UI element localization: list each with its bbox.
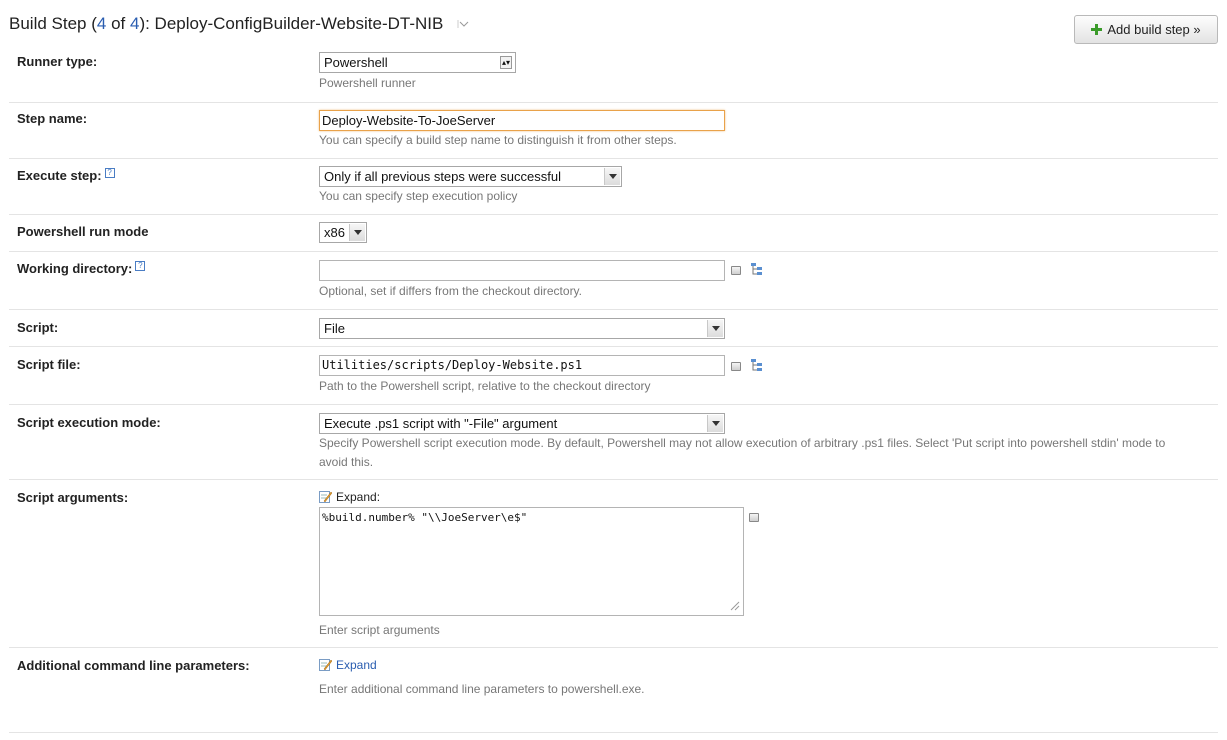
expand-link[interactable]: Expand bbox=[336, 658, 377, 672]
execution-mode-label: Script execution mode: bbox=[17, 415, 161, 430]
runner-type-select[interactable]: Powershell ▴▾ bbox=[319, 52, 516, 73]
additional-params-note: Enter additional command line parameters… bbox=[319, 682, 645, 696]
execution-mode-note-line2: avoid this. bbox=[319, 455, 374, 469]
page-header: Build Step (4 of 4): Deploy-ConfigBuilde… bbox=[9, 14, 469, 36]
additional-params-row: Additional command line parameters: Expa… bbox=[9, 648, 1218, 733]
runner-type-label: Runner type: bbox=[17, 54, 98, 69]
script-file-row: Script file: Utilities/scripts/Deploy-We… bbox=[9, 347, 1218, 405]
execute-step-label: Execute step:? bbox=[17, 168, 115, 183]
step-name-row: Step name: Deploy-Website-To-JoeServer Y… bbox=[9, 103, 1218, 159]
resize-grip-icon[interactable] bbox=[729, 600, 740, 611]
runner-type-row: Runner type: Powershell ▴▾ Powershell ru… bbox=[9, 48, 1218, 103]
page-title: Build Step (4 of 4): Deploy-ConfigBuilde… bbox=[9, 14, 444, 33]
help-icon[interactable]: ? bbox=[104, 168, 115, 178]
script-arguments-row: Script arguments: Expand: %build.number%… bbox=[9, 480, 1218, 648]
parameter-picker-button[interactable] bbox=[749, 513, 759, 522]
expand-edit-icon bbox=[319, 491, 332, 503]
script-arguments-note: Enter script arguments bbox=[319, 623, 440, 637]
tree-browse-icon[interactable] bbox=[750, 358, 764, 373]
run-mode-label: Powershell run mode bbox=[17, 224, 149, 239]
additional-params-expand[interactable]: Expand bbox=[319, 658, 377, 672]
execution-mode-note-line1: Specify Powershell script execution mode… bbox=[319, 436, 1166, 450]
help-icon[interactable]: ? bbox=[135, 261, 146, 271]
parameter-picker-button[interactable] bbox=[731, 266, 741, 275]
select-toggle-icon: ▴▾ bbox=[500, 56, 512, 69]
working-directory-label: Working directory:? bbox=[17, 261, 146, 276]
chevron-down-icon bbox=[707, 320, 723, 337]
script-file-note: Path to the Powershell script, relative … bbox=[319, 379, 651, 393]
additional-params-label: Additional command line parameters: bbox=[17, 658, 250, 673]
working-directory-input[interactable] bbox=[319, 260, 725, 281]
plus-icon bbox=[1091, 24, 1103, 35]
chevron-down-icon bbox=[604, 168, 620, 185]
tree-browse-icon[interactable] bbox=[750, 262, 764, 277]
script-arguments-textarea[interactable]: %build.number% "\\JoeServer\e$" bbox=[319, 507, 744, 616]
step-name-input[interactable]: Deploy-Website-To-JoeServer bbox=[319, 110, 725, 131]
run-mode-row: Powershell run mode x86 bbox=[9, 215, 1218, 252]
step-current-link[interactable]: 4 bbox=[97, 14, 106, 33]
script-arguments-label: Script arguments: bbox=[17, 490, 129, 505]
step-name-label: Step name: bbox=[17, 111, 88, 126]
parameter-picker-button[interactable] bbox=[731, 362, 741, 371]
script-arguments-expand[interactable]: Expand: bbox=[319, 490, 380, 504]
chevron-down-icon bbox=[707, 415, 723, 432]
script-file-label: Script file: bbox=[17, 357, 81, 372]
run-mode-select[interactable]: x86 bbox=[319, 222, 367, 243]
execute-step-note: You can specify step execution policy bbox=[319, 189, 518, 203]
runner-type-note: Powershell runner bbox=[319, 76, 416, 90]
add-build-step-button[interactable]: Add build step » bbox=[1074, 15, 1218, 44]
execute-step-select[interactable]: Only if all previous steps were successf… bbox=[319, 166, 622, 187]
execute-step-row: Execute step:? Only if all previous step… bbox=[9, 159, 1218, 215]
working-directory-row: Working directory:? Optional, set if dif… bbox=[9, 252, 1218, 310]
step-name-note: You can specify a build step name to dis… bbox=[319, 133, 677, 147]
chevron-down-icon bbox=[349, 224, 365, 241]
script-select[interactable]: File bbox=[319, 318, 725, 339]
script-row: Script: File bbox=[9, 310, 1218, 347]
working-directory-note: Optional, set if differs from the checko… bbox=[319, 284, 583, 298]
dropdown-caret-icon[interactable] bbox=[457, 19, 469, 29]
execution-mode-row: Script execution mode: Execute .ps1 scri… bbox=[9, 405, 1218, 480]
execution-mode-select[interactable]: Execute .ps1 script with "-File" argumen… bbox=[319, 413, 725, 434]
script-file-input[interactable]: Utilities/scripts/Deploy-Website.ps1 bbox=[319, 355, 725, 376]
script-label: Script: bbox=[17, 320, 59, 335]
expand-edit-icon bbox=[319, 659, 332, 671]
